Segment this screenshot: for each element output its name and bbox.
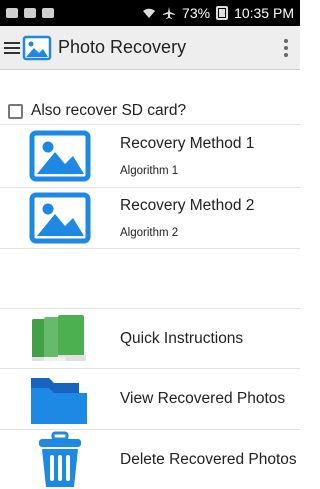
recovery-method-1[interactable]: Recovery Method 1 Algorithm 1 bbox=[0, 124, 300, 187]
view-recovered-item[interactable]: View Recovered Photos bbox=[0, 368, 300, 429]
trash-icon bbox=[39, 431, 81, 487]
method-2-title: Recovery Method 2 bbox=[120, 197, 255, 214]
view-recovered-label: View Recovered Photos bbox=[120, 390, 286, 407]
overflow-menu-icon[interactable] bbox=[272, 28, 300, 68]
books-icon bbox=[32, 314, 86, 361]
notification-icons bbox=[6, 8, 54, 18]
folder-icon bbox=[31, 378, 87, 424]
mail-notification-icon bbox=[6, 8, 18, 18]
app-title: Photo Recovery bbox=[58, 37, 187, 57]
sd-card-checkbox[interactable] bbox=[8, 103, 23, 119]
status-bar: 73% 10:35 PM bbox=[0, 0, 300, 26]
method-2-subtitle: Algorithm 2 bbox=[120, 227, 179, 239]
menu-icon[interactable] bbox=[4, 40, 20, 56]
empty-spacer bbox=[0, 248, 300, 308]
recovery-method-2[interactable]: Recovery Method 2 Algorithm 2 bbox=[0, 187, 300, 248]
image-notification-icon bbox=[24, 8, 36, 18]
clock: 10:35 PM bbox=[234, 5, 294, 21]
wifi-icon bbox=[143, 8, 156, 18]
quick-instructions-item[interactable]: Quick Instructions bbox=[0, 308, 300, 368]
battery-icon bbox=[216, 6, 229, 20]
method-1-subtitle: Algorithm 1 bbox=[120, 165, 179, 177]
battery-percent: 73% bbox=[182, 5, 211, 21]
photo-app-logo-icon bbox=[22, 35, 52, 60]
sd-card-option[interactable]: Also recover SD card? bbox=[8, 102, 186, 120]
delete-recovered-label: Delete Recovered Photos bbox=[120, 450, 297, 468]
airplane-icon bbox=[163, 7, 176, 19]
app-notification-icon bbox=[42, 8, 54, 18]
delete-recovered-item[interactable]: Delete Recovered Photos bbox=[0, 429, 300, 489]
sd-card-label[interactable]: Also recover SD card? bbox=[31, 102, 186, 120]
quick-instructions-label: Quick Instructions bbox=[120, 329, 244, 347]
method-1-title: Recovery Method 1 bbox=[120, 135, 255, 152]
photo-icon bbox=[29, 130, 91, 182]
photo-icon bbox=[29, 192, 91, 244]
app-bar: Photo Recovery bbox=[0, 26, 300, 70]
